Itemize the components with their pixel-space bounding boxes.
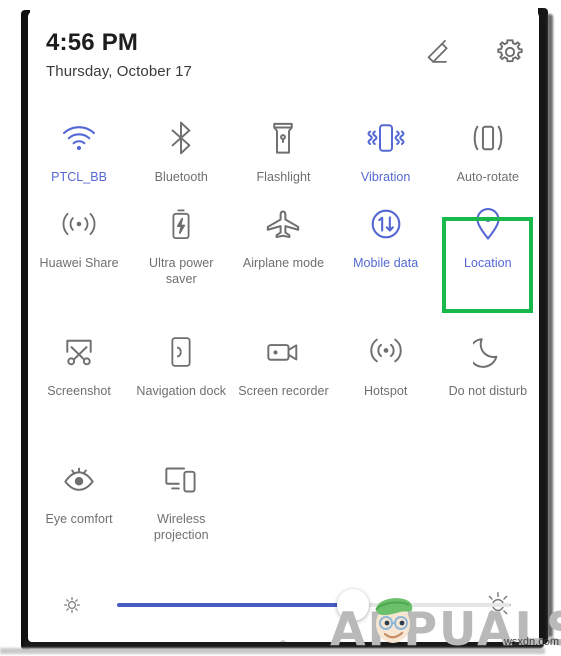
tile-label: Do not disturb xyxy=(448,384,528,398)
panel-header: 4:56 PM Thursday, October 17 xyxy=(28,11,539,103)
tile-label: Wireless projection xyxy=(153,512,209,542)
vibration-icon xyxy=(366,115,406,161)
clock-time: 4:56 PM xyxy=(46,29,139,56)
tile-empty xyxy=(335,449,437,575)
tile-auto-rotate[interactable]: Auto-rotate xyxy=(437,107,539,193)
tile-huawei-share[interactable]: Huawei Share xyxy=(28,193,130,321)
moon-icon xyxy=(472,329,503,375)
quick-settings-panel: 4:56 PM Thursday, October 17 PTCL_BB Blu… xyxy=(28,11,539,642)
phone-base-shadow xyxy=(0,648,545,654)
tile-label: Screen recorder xyxy=(238,384,329,398)
screen-recorder-icon xyxy=(265,329,301,375)
battery-bolt-icon xyxy=(168,201,194,247)
tile-label: Location xyxy=(464,256,512,270)
tile-screenshot[interactable]: Screenshot xyxy=(28,321,130,449)
location-pin-icon xyxy=(473,201,503,247)
tile-do-not-disturb[interactable]: Do not disturb xyxy=(437,321,539,449)
tile-ultra-power-saver[interactable]: Ultra power saver xyxy=(130,193,232,321)
chevron-up-icon[interactable] xyxy=(260,636,306,642)
navigation-dock-icon xyxy=(168,329,194,375)
tile-wifi[interactable]: PTCL_BB xyxy=(28,107,130,193)
tile-label: Huawei Share xyxy=(39,256,119,270)
airplane-icon xyxy=(264,201,302,247)
tile-label: Eye comfort xyxy=(45,512,113,526)
auto-rotate-icon xyxy=(469,115,507,161)
tile-label: Vibration xyxy=(360,170,411,184)
tile-airplane-mode[interactable]: Airplane mode xyxy=(232,193,334,321)
eye-comfort-icon xyxy=(61,457,97,503)
hotspot-icon xyxy=(369,329,403,375)
tile-mobile-data[interactable]: Mobile data xyxy=(335,193,437,321)
bluetooth-icon xyxy=(166,115,196,161)
tile-empty xyxy=(437,449,539,575)
tile-label: Flashlight xyxy=(256,170,311,184)
phone-screenshot: 4:56 PM Thursday, October 17 PTCL_BB Blu… xyxy=(0,0,561,656)
quick-toggle-grid: PTCL_BB Bluetooth Flashlight Vibration A… xyxy=(28,107,539,575)
tile-empty xyxy=(232,449,334,575)
tile-location[interactable]: Location xyxy=(437,193,539,321)
sun-small-icon xyxy=(60,593,84,617)
tile-wireless-projection[interactable]: Wireless projection xyxy=(130,449,232,575)
tile-bluetooth[interactable]: Bluetooth xyxy=(130,107,232,193)
edit-icon[interactable] xyxy=(421,35,455,69)
toggle-row: PTCL_BB Bluetooth Flashlight Vibration A… xyxy=(28,107,539,193)
wireless-projection-icon xyxy=(163,457,199,503)
tile-label: Bluetooth xyxy=(154,170,208,184)
flashlight-icon xyxy=(270,115,296,161)
brightness-slider-fill xyxy=(117,603,353,607)
tile-flashlight[interactable]: Flashlight xyxy=(232,107,334,193)
tile-screen-recorder[interactable]: Screen recorder xyxy=(232,321,334,449)
toggle-row: Huawei Share Ultra power saver Airplane … xyxy=(28,193,539,321)
header-actions xyxy=(421,35,527,69)
mobile-data-icon xyxy=(369,201,403,247)
tile-label: Airplane mode xyxy=(242,256,325,270)
tile-vibration[interactable]: Vibration xyxy=(335,107,437,193)
toggle-row: Eye comfort Wireless projection xyxy=(28,449,539,575)
brightness-slider[interactable] xyxy=(117,589,510,621)
clock-date: Thursday, October 17 xyxy=(46,63,192,80)
gear-icon[interactable] xyxy=(493,35,527,69)
tile-label: Ultra power saver xyxy=(149,256,214,286)
tile-label: PTCL_BB xyxy=(51,170,108,184)
brightness-slider-thumb[interactable] xyxy=(336,589,369,621)
tile-label: Mobile data xyxy=(353,256,419,270)
tile-hotspot[interactable]: Hotspot xyxy=(335,321,437,449)
wifi-icon xyxy=(61,115,97,161)
tile-label: Navigation dock xyxy=(136,384,227,398)
tile-label: Hotspot xyxy=(363,384,408,398)
tile-eye-comfort[interactable]: Eye comfort xyxy=(28,449,130,575)
tile-label: Auto-rotate xyxy=(456,170,520,184)
phone-bezel-right-edge xyxy=(547,14,553,638)
huawei-share-icon xyxy=(59,201,99,247)
tile-label: Screenshot xyxy=(47,384,111,398)
tile-navigation-dock[interactable]: Navigation dock xyxy=(130,321,232,449)
toggle-row: Screenshot Navigation dock Screen record… xyxy=(28,321,539,449)
screenshot-icon xyxy=(62,329,96,375)
